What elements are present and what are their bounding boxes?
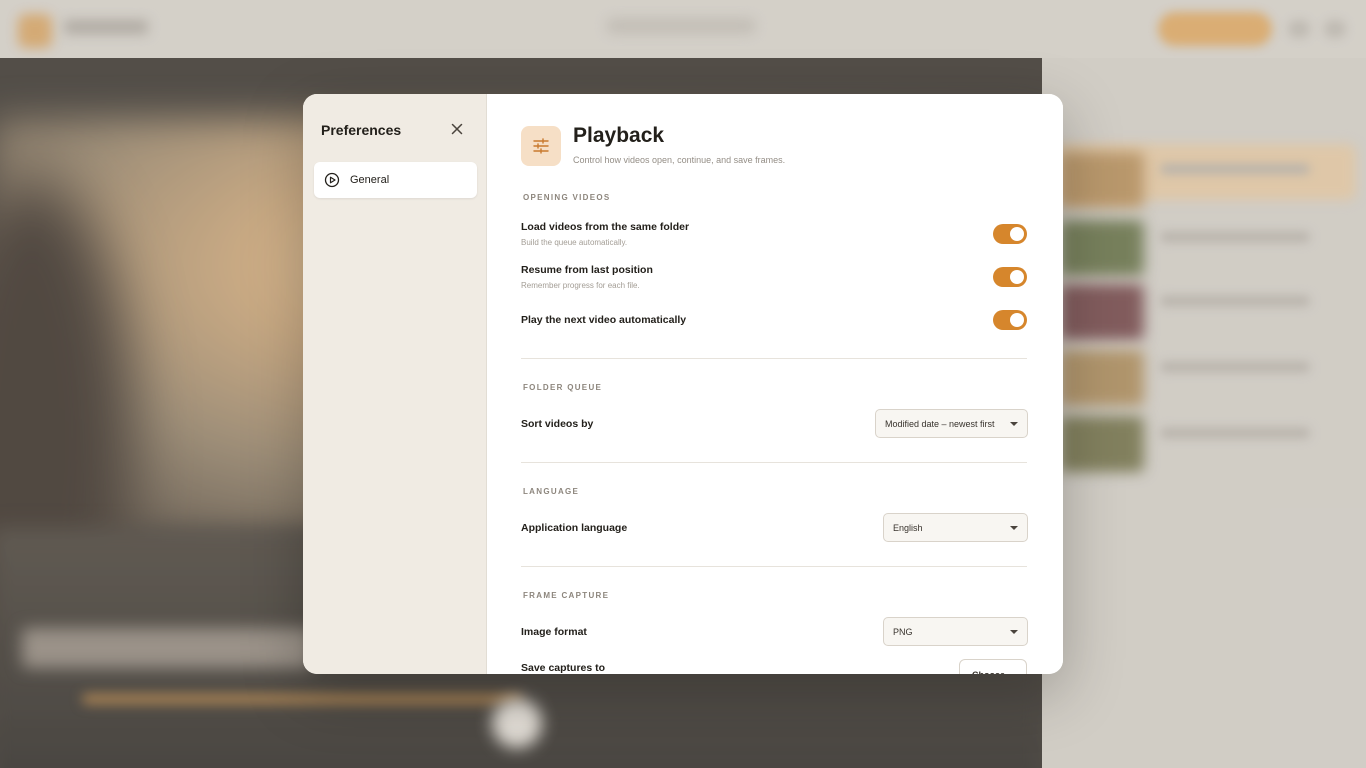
close-icon xyxy=(451,123,463,135)
image-format-select[interactable]: PNG xyxy=(883,617,1028,646)
toggle-knob xyxy=(1010,270,1024,284)
section-label-frame-capture: FRAME CAPTURE xyxy=(523,591,610,600)
close-button[interactable] xyxy=(449,121,465,137)
chevron-down-icon xyxy=(1010,422,1018,426)
setting-title-application-language: Application language xyxy=(521,522,628,534)
sidebar-item-label: General xyxy=(350,174,390,186)
play-circle-icon xyxy=(324,172,340,188)
section-label-language: LANGUAGE xyxy=(523,487,580,496)
page-subtitle: Control how videos open, continue, and s… xyxy=(573,155,786,165)
dialog-title: Preferences xyxy=(321,122,402,138)
preferences-content: Playback Control how videos open, contin… xyxy=(487,94,1063,674)
setting-title-sort-videos: Sort videos by xyxy=(521,418,594,430)
sort-videos-select[interactable]: Modified date – newest first xyxy=(875,409,1028,438)
toggle-knob xyxy=(1010,227,1024,241)
section-divider xyxy=(521,566,1027,567)
setting-description-resume-last-position: Remember progress for each file. xyxy=(521,281,640,290)
chevron-down-icon xyxy=(1010,630,1018,634)
setting-description-load-same-folder: Build the queue automatically. xyxy=(521,238,628,247)
toggle-load-same-folder[interactable] xyxy=(993,224,1027,244)
toggle-resume-last-position[interactable] xyxy=(993,267,1027,287)
setting-title-resume-last-position: Resume from last position xyxy=(521,264,653,276)
section-label-folder-queue: FOLDER QUEUE xyxy=(523,383,603,392)
language-value: English xyxy=(893,522,923,533)
setting-title-image-format: Image format xyxy=(521,626,587,638)
setting-title-load-same-folder: Load videos from the same folder xyxy=(521,221,690,233)
choose-folder-button[interactable]: Choose… xyxy=(959,659,1027,674)
sort-videos-value: Modified date – newest first xyxy=(885,418,995,429)
language-select[interactable]: English xyxy=(883,513,1028,542)
page-title: Playback xyxy=(573,124,665,147)
section-label-opening-videos: OPENING VIDEOS xyxy=(523,193,611,202)
preferences-sidebar: Preferences General xyxy=(303,94,487,674)
setting-title-autoplay-next: Play the next video automatically xyxy=(521,314,687,326)
chevron-down-icon xyxy=(1010,526,1018,530)
preferences-dialog: Preferences General Playback Control how… xyxy=(303,94,1063,674)
sidebar-item-general[interactable]: General xyxy=(314,162,477,198)
setting-title-save-captures-to: Save captures to xyxy=(521,662,606,674)
toggle-autoplay-next[interactable] xyxy=(993,310,1027,330)
sliders-icon xyxy=(521,126,561,166)
section-divider xyxy=(521,462,1027,463)
section-divider xyxy=(521,358,1027,359)
toggle-knob xyxy=(1010,313,1024,327)
image-format-value: PNG xyxy=(893,626,913,637)
